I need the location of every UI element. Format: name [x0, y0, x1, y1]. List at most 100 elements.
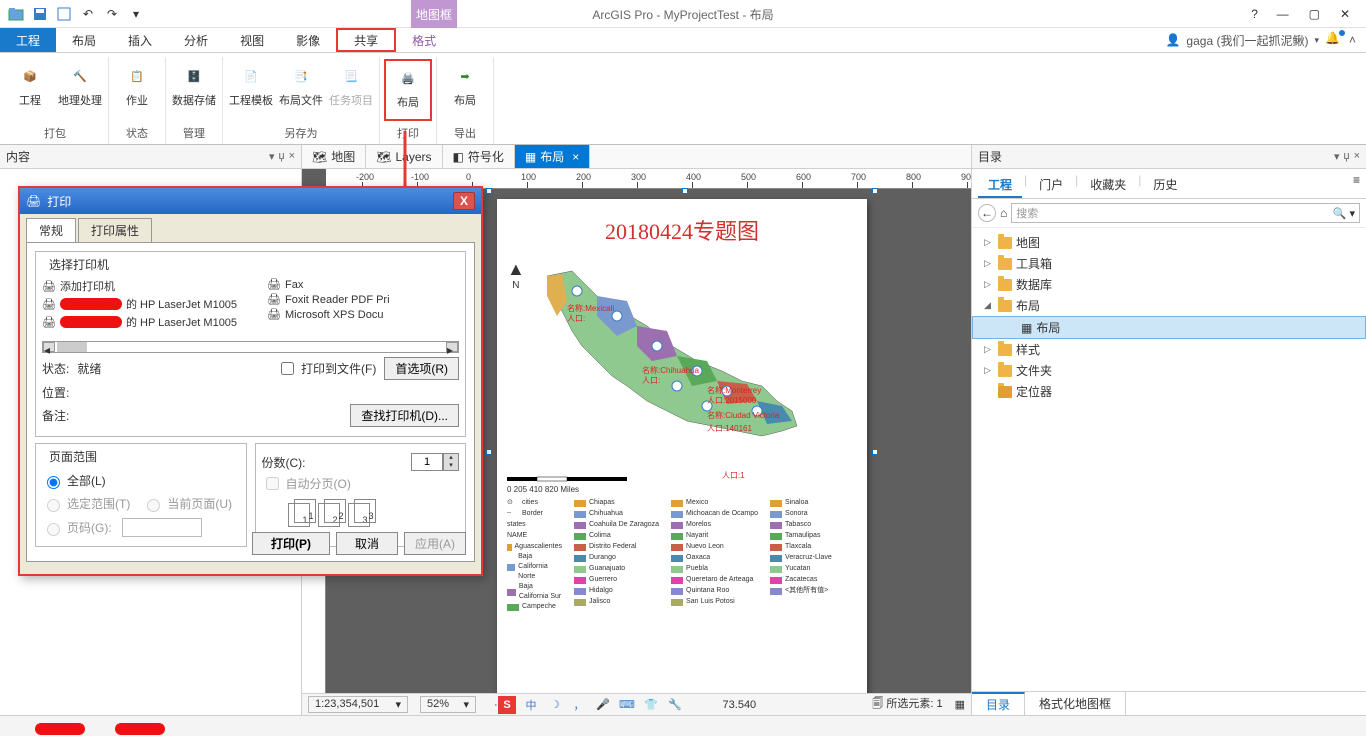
- geoprocessing-button[interactable]: 🔨地理处理: [56, 59, 104, 121]
- printer-xps[interactable]: 🖨Microsoft XPS Docu: [267, 307, 390, 322]
- sogou-icon[interactable]: S: [498, 696, 516, 714]
- page-range-label: 页面范围: [46, 448, 100, 465]
- copies-down-icon[interactable]: ▾: [444, 462, 458, 470]
- close-tab-icon[interactable]: ×: [572, 150, 579, 164]
- print-to-file-checkbox[interactable]: 打印到文件(F): [277, 359, 376, 378]
- task-item-button: 📃任务项目: [327, 59, 375, 121]
- dialog-tab-general[interactable]: 常规: [26, 218, 76, 242]
- print-dialog-titlebar[interactable]: 🖨 打印 X: [20, 188, 481, 214]
- dialog-tab-attrs[interactable]: 打印属性: [78, 218, 152, 242]
- dialog-close-icon[interactable]: X: [453, 192, 475, 210]
- tree-toolbox[interactable]: ▷工具箱: [972, 253, 1366, 274]
- pages-input[interactable]: [122, 518, 202, 537]
- tab-analysis[interactable]: 分析: [168, 28, 224, 52]
- notification-icon[interactable]: 🔔: [1325, 31, 1343, 49]
- user-info[interactable]: 👤 gaga (我们一起抓泥鳅) ▾ 🔔 ˄: [1155, 28, 1366, 52]
- tree-folders[interactable]: ▷文件夹: [972, 360, 1366, 381]
- add-printer-item[interactable]: 🖨添加打印机: [42, 277, 237, 295]
- printer-fax[interactable]: 🖨Fax: [267, 277, 390, 292]
- find-printer-button[interactable]: 查找打印机(D)...: [350, 404, 459, 427]
- printer-list[interactable]: 🖨添加打印机 🖨xxxx的 HP LaserJet M1005 🖨xxxx的 H…: [42, 277, 459, 339]
- layout-file-button[interactable]: 📑布局文件: [277, 59, 325, 121]
- zoom-selector[interactable]: 52%▾: [420, 696, 476, 713]
- package-project-button[interactable]: 📦工程: [6, 59, 54, 121]
- ime-mic-icon[interactable]: 🎤: [594, 696, 612, 714]
- datastore-button[interactable]: 🗄️数据存储: [170, 59, 218, 121]
- layout-page[interactable]: 20180424专题图 ▲N: [497, 199, 867, 693]
- project-template-button[interactable]: 📄工程模板: [227, 59, 275, 121]
- close-window-icon[interactable]: ✕: [1340, 7, 1350, 21]
- catalog-menu-icon[interactable]: ▾: [1334, 150, 1340, 163]
- tab-view[interactable]: 视图: [224, 28, 280, 52]
- tree-layout-item[interactable]: ▦布局: [972, 316, 1366, 339]
- catalog-pin-icon[interactable]: џ: [1343, 150, 1349, 163]
- ime-moon-icon[interactable]: ☽: [546, 696, 564, 714]
- catalog-close-icon[interactable]: ×: [1354, 150, 1360, 163]
- ime-skin-icon[interactable]: 👕: [642, 696, 660, 714]
- cut-icon[interactable]: [53, 3, 75, 25]
- tab-share[interactable]: 共享: [336, 28, 396, 52]
- tab-insert[interactable]: 插入: [112, 28, 168, 52]
- tab-project[interactable]: 工程: [0, 28, 56, 52]
- undo-icon[interactable]: ↶: [77, 3, 99, 25]
- export-layout-button[interactable]: ➡布局: [441, 59, 489, 121]
- open-project-icon[interactable]: [5, 3, 27, 25]
- range-current-radio[interactable]: 当前页面(U): [142, 495, 232, 512]
- qat-customize-icon[interactable]: ▾: [125, 3, 147, 25]
- catalog-tab-portal[interactable]: 门户: [1029, 173, 1073, 198]
- printer-foxit[interactable]: 🖨Foxit Reader PDF Pri: [267, 292, 390, 307]
- panel-pin-icon[interactable]: џ: [278, 150, 284, 163]
- tree-styles[interactable]: ▷样式: [972, 339, 1366, 360]
- help-icon[interactable]: ?: [1245, 7, 1265, 21]
- ime-punct-icon[interactable]: ，: [570, 696, 588, 714]
- minimize-icon[interactable]: —: [1277, 7, 1289, 21]
- catalog-tab-favorites[interactable]: 收藏夹: [1080, 173, 1136, 198]
- tab-layers-view[interactable]: 🗺Layers: [366, 145, 442, 168]
- tree-layouts[interactable]: ◢布局: [972, 295, 1366, 316]
- context-tab-mapframe[interactable]: 地图框: [411, 0, 457, 28]
- redo-icon[interactable]: ↷: [101, 3, 123, 25]
- print-layout-button[interactable]: 🖨️布局: [384, 59, 432, 121]
- collapse-ribbon-icon[interactable]: ˄: [1349, 33, 1356, 47]
- ime-lang-icon[interactable]: 中: [522, 696, 540, 714]
- back-icon[interactable]: ←: [978, 204, 996, 222]
- ime-tool-icon[interactable]: 🔧: [666, 696, 684, 714]
- range-all-radio[interactable]: 全部(L): [42, 472, 240, 489]
- home-icon[interactable]: ⌂: [1000, 206, 1007, 220]
- tab-symbology-view[interactable]: ◧符号化: [443, 145, 515, 168]
- save-icon[interactable]: [29, 3, 51, 25]
- catalog-panel: 目录 ▾ џ × 工程| 门户| 收藏夹| 历史 ≡ ← ⌂ 搜索🔍 ▾ ▷地图…: [971, 145, 1366, 715]
- cancel-button[interactable]: 取消: [336, 532, 398, 555]
- view-mode-icon[interactable]: ▦: [955, 698, 965, 711]
- bottom-tab-format-frame[interactable]: 格式化地图框: [1025, 692, 1126, 715]
- tab-image[interactable]: 影像: [280, 28, 336, 52]
- maximize-icon[interactable]: ▢: [1309, 7, 1320, 21]
- printer-hp2[interactable]: 🖨xxxx的 HP LaserJet M1005: [42, 313, 237, 331]
- tree-locators[interactable]: 定位器: [972, 381, 1366, 402]
- tree-databases[interactable]: ▷数据库: [972, 274, 1366, 295]
- range-selection-radio[interactable]: 选定范围(T): [42, 495, 130, 512]
- catalog-menu-button[interactable]: ≡: [1353, 173, 1360, 198]
- tab-layout-view[interactable]: ▦布局×: [515, 145, 590, 168]
- panel-close-icon[interactable]: ×: [289, 150, 295, 163]
- catalog-search-input[interactable]: 搜索🔍 ▾: [1011, 203, 1360, 223]
- catalog-tab-project[interactable]: 工程: [978, 173, 1022, 198]
- copies-up-icon[interactable]: ▴: [444, 454, 458, 462]
- preferences-button[interactable]: 首选项(R): [384, 357, 459, 380]
- panel-menu-icon[interactable]: ▾: [269, 150, 275, 163]
- tab-map-view[interactable]: 🗺地图: [302, 145, 366, 168]
- catalog-tree: ▷地图 ▷工具箱 ▷数据库 ◢布局 ▦布局 ▷样式 ▷文件夹 定位器: [972, 228, 1366, 406]
- printer-hp1[interactable]: 🖨xxxx的 HP LaserJet M1005: [42, 295, 237, 313]
- scale-selector[interactable]: 1:23,354,501▾: [308, 696, 408, 713]
- job-button[interactable]: 📋作业: [113, 59, 161, 121]
- bottom-tab-catalog[interactable]: 目录: [972, 692, 1025, 715]
- printer-scrollbar[interactable]: ◂▸: [42, 341, 459, 353]
- tree-maps[interactable]: ▷地图: [972, 232, 1366, 253]
- tab-format[interactable]: 格式: [396, 28, 452, 52]
- catalog-tab-history[interactable]: 历史: [1143, 173, 1187, 198]
- range-pages-radio[interactable]: 页码(G):: [42, 518, 240, 537]
- tab-layout[interactable]: 布局: [56, 28, 112, 52]
- ime-keyboard-icon[interactable]: ⌨: [618, 696, 636, 714]
- print-button[interactable]: 打印(P): [252, 532, 330, 555]
- copies-input[interactable]: [411, 453, 443, 471]
